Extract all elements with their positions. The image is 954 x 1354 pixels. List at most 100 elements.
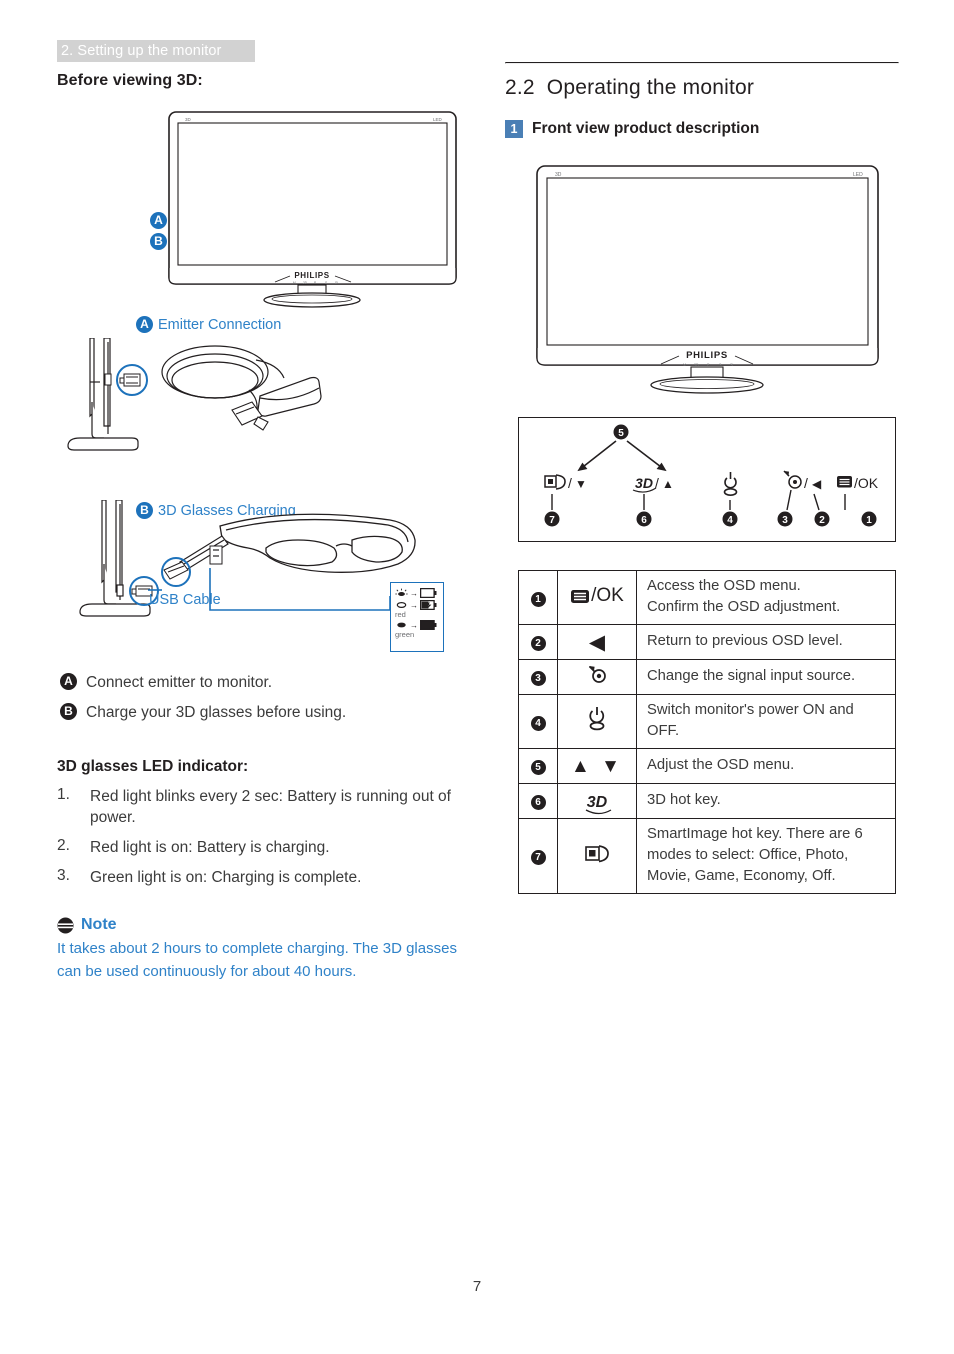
table-row: 2 ◀ Return to previous OSD level. <box>518 624 896 660</box>
svg-text:PHILIPS: PHILIPS <box>686 350 728 361</box>
svg-text:6: 6 <box>641 515 647 526</box>
svg-text:5: 5 <box>618 428 624 439</box>
blinking-led-icon <box>395 588 408 596</box>
svg-text:SI: SI <box>730 363 733 367</box>
svg-text:LED: LED <box>853 172 863 178</box>
smartimage-icon <box>585 845 609 863</box>
svg-text:3D: 3D <box>555 172 562 178</box>
row-description-3: Change the signal input source. <box>636 659 896 695</box>
row-number-5: 5 <box>530 760 546 775</box>
svg-text:3: 3 <box>782 515 788 526</box>
manual-page: 2. Setting up the monitor Before viewing… <box>0 0 954 1354</box>
monitor-illustration: 3D LED PHILIPS M 3D P S SI <box>536 165 879 394</box>
list-item: 3. Green light is on: Charging is comple… <box>57 867 457 888</box>
3d-underline <box>585 808 612 814</box>
svg-text:3D: 3D <box>303 281 308 285</box>
svg-text:3D: 3D <box>694 363 699 367</box>
led-legend-row-blink: → <box>395 587 440 599</box>
svg-text:SI: SI <box>335 281 338 285</box>
svg-text:1: 1 <box>866 515 872 526</box>
row-description-2: Return to previous OSD level. <box>636 624 896 660</box>
table-row: 4 Switch monitor's power ON and OFF. <box>518 694 896 749</box>
usb-cable-label: USB Cable <box>149 592 221 608</box>
input-source-icon <box>588 665 606 683</box>
svg-text:7: 7 <box>549 515 555 526</box>
monitor-front-figure-left: 3D LED PHILIPS M 3D P S SI <box>165 108 460 308</box>
step-marker-a: A <box>60 673 77 690</box>
table-row: 3 Change the signal input source. <box>518 659 896 695</box>
emitter-connection-label: Emitter Connection <box>158 316 282 333</box>
running-header: 2. Setting up the monitor <box>57 40 255 62</box>
row-number-6: 6 <box>530 795 546 810</box>
table-row: 1 /OK Access the OSD menu. Confirm the O… <box>518 570 896 625</box>
note-block: Note It takes about 2 hours to complete … <box>57 916 457 983</box>
emitter-cable-illustration <box>67 337 322 451</box>
svg-text:P: P <box>314 281 316 285</box>
row-icon-cell: ▲ ▼ <box>557 748 637 784</box>
emitter-connection-figure <box>60 337 400 468</box>
row-number-7: 7 <box>530 850 546 865</box>
control-description-table: 1 /OK Access the OSD menu. Confirm the O… <box>518 570 896 894</box>
svg-text:3D: 3D <box>185 117 192 122</box>
note-body: It takes about 2 hours to complete charg… <box>57 940 457 980</box>
svg-text:/: / <box>804 475 808 491</box>
section-heading: 2.2 Operating the monitor <box>505 76 897 100</box>
list-number: 2. <box>57 837 70 854</box>
svg-text:3D: 3D <box>635 475 653 491</box>
row-description-1: Access the OSD menu. Confirm the OSD adj… <box>636 570 896 625</box>
osd-menu-icon <box>571 589 590 603</box>
row-number-2: 2 <box>530 636 546 651</box>
battery-empty-icon <box>420 588 437 598</box>
step-text-a: Connect emitter to monitor. <box>86 674 273 691</box>
ab-marker-group: A B <box>150 212 174 254</box>
led-legend-red-label: red <box>395 610 406 619</box>
led-indicator-list: 1. Red light blinks every 2 sec: Battery… <box>57 786 457 897</box>
note-header: Note <box>57 916 457 934</box>
arrow-icon: → <box>410 588 418 598</box>
row-number-cell: 5 <box>518 748 558 784</box>
list-item: A Connect emitter to monitor. <box>60 673 460 692</box>
left-subheading: Before viewing 3D: <box>57 72 203 89</box>
led-legend-box: → → red → green <box>390 582 444 652</box>
svg-text:LED: LED <box>433 117 443 122</box>
list-number: 3. <box>57 867 70 884</box>
marker-a: A <box>150 212 167 229</box>
svg-text:2: 2 <box>819 515 825 526</box>
monitor-illustration: 3D LED PHILIPS M 3D P S SI <box>168 111 457 308</box>
emitter-connection-label-group: A Emitter Connection <box>136 316 281 334</box>
table-row: 7 SmartImage hot key. There are 6 modes … <box>518 818 896 894</box>
table-row: 5 ▲ ▼ Adjust the OSD menu. <box>518 748 896 784</box>
led-legend-green-label: green <box>395 630 415 639</box>
row-icon-cell <box>557 694 637 749</box>
row-description-7: SmartImage hot key. There are 6 modes to… <box>636 818 896 894</box>
row-number-cell: 4 <box>518 694 558 749</box>
step-text-b: Charge your 3D glasses before using. <box>86 704 347 721</box>
row-number-4: 4 <box>530 715 546 731</box>
marker-b: B <box>150 233 167 250</box>
svg-text:▲: ▲ <box>662 477 674 491</box>
row-icon-cell: 3D <box>557 783 637 819</box>
power-icon <box>589 706 605 730</box>
row-description-6: 3D hot key. <box>636 783 896 819</box>
battery-full-icon <box>420 620 437 630</box>
row-number-cell: 3 <box>518 659 558 695</box>
svg-text:PHILIPS: PHILIPS <box>294 271 329 280</box>
panel-glyph-power <box>723 472 738 497</box>
svg-text:M: M <box>293 281 296 285</box>
row-icon-cell <box>557 818 637 894</box>
row-number-cell: 6 <box>518 783 558 819</box>
svg-text:/: / <box>655 475 659 491</box>
battery-charging-icon <box>420 600 437 610</box>
row-number-1: 1 <box>530 591 546 607</box>
svg-text:4: 4 <box>727 515 733 526</box>
list-item: B Charge your 3D glasses before using. <box>60 703 460 722</box>
list-item: 2. Red light is on: Battery is charging. <box>57 837 457 858</box>
subsection-header: 1 Front view product description <box>505 120 897 138</box>
right-column: 2.2 Operating the monitor 1 Front view pr… <box>505 62 899 894</box>
list-text: Green light is on: Charging is complete. <box>90 869 362 886</box>
led-indicator-heading: 3D glasses LED indicator: <box>57 758 249 775</box>
table-row: 6 3D 3D hot key. <box>518 783 896 819</box>
list-text: Red light is on: Battery is charging. <box>90 839 330 856</box>
svg-text:▼: ▼ <box>575 477 587 491</box>
row-number-cell: 2 <box>518 624 558 660</box>
